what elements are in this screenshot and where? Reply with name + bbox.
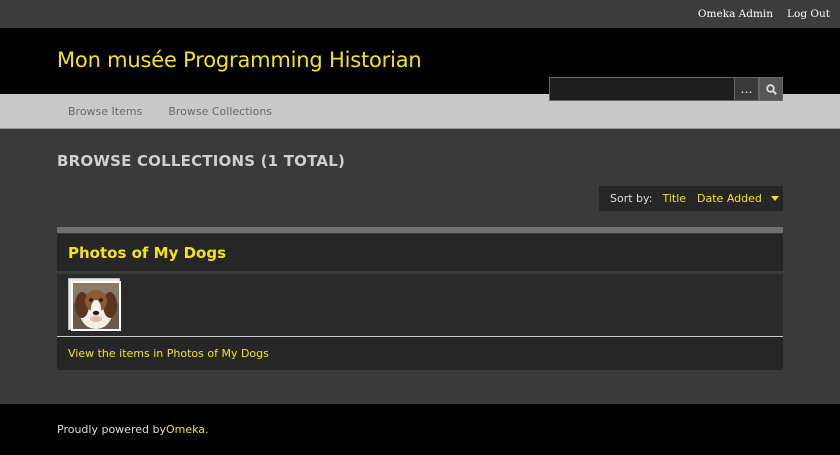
sort-by-date-added[interactable]: Date Added [697,192,762,205]
dog-photo-image [73,283,119,329]
site-footer: Proudly powered by Omeka. [0,404,840,455]
sort-links: Sort by: Title Date Added [599,186,783,211]
collection-gallery [57,274,783,337]
nav-browse-collections[interactable]: Browse Collections [168,105,272,118]
site-header: Mon musée Programming Historian … [0,28,840,101]
advanced-search-button[interactable]: … [734,77,759,101]
collection-divider [57,227,783,233]
sort-by-title[interactable]: Title [662,192,686,205]
search-icon [765,83,777,95]
logout-link[interactable]: Log Out [787,8,830,20]
search-input[interactable] [549,77,734,101]
collection-thumbnail[interactable] [68,278,122,332]
omeka-link[interactable]: Omeka [166,423,205,436]
search-submit-button[interactable] [759,77,783,101]
search-form: … [549,77,783,101]
sort-descending-icon[interactable] [770,196,779,201]
footer-suffix: . [205,423,209,436]
collection-header: Photos of My Dogs [57,234,783,271]
site-title[interactable]: Mon musée Programming Historian [57,48,422,72]
sort-label: Sort by: [610,192,653,205]
collection-card: Photos of My Dogs View the items in Phot… [57,227,783,370]
collection-footer: View the items in Photos of My Dogs [57,337,783,370]
top-bar: Omeka Admin Log Out [0,0,840,28]
footer-prefix: Proudly powered by [57,423,166,436]
main-content: BROWSE COLLECTIONS (1 TOTAL) Sort by: Ti… [0,129,840,404]
page-title: BROWSE COLLECTIONS (1 TOTAL) [57,152,346,170]
nav-browse-items[interactable]: Browse Items [68,105,142,118]
view-items-link[interactable]: View the items in Photos of My Dogs [68,347,269,360]
omeka-admin-link[interactable]: Omeka Admin [698,8,773,20]
collection-title[interactable]: Photos of My Dogs [68,244,226,262]
